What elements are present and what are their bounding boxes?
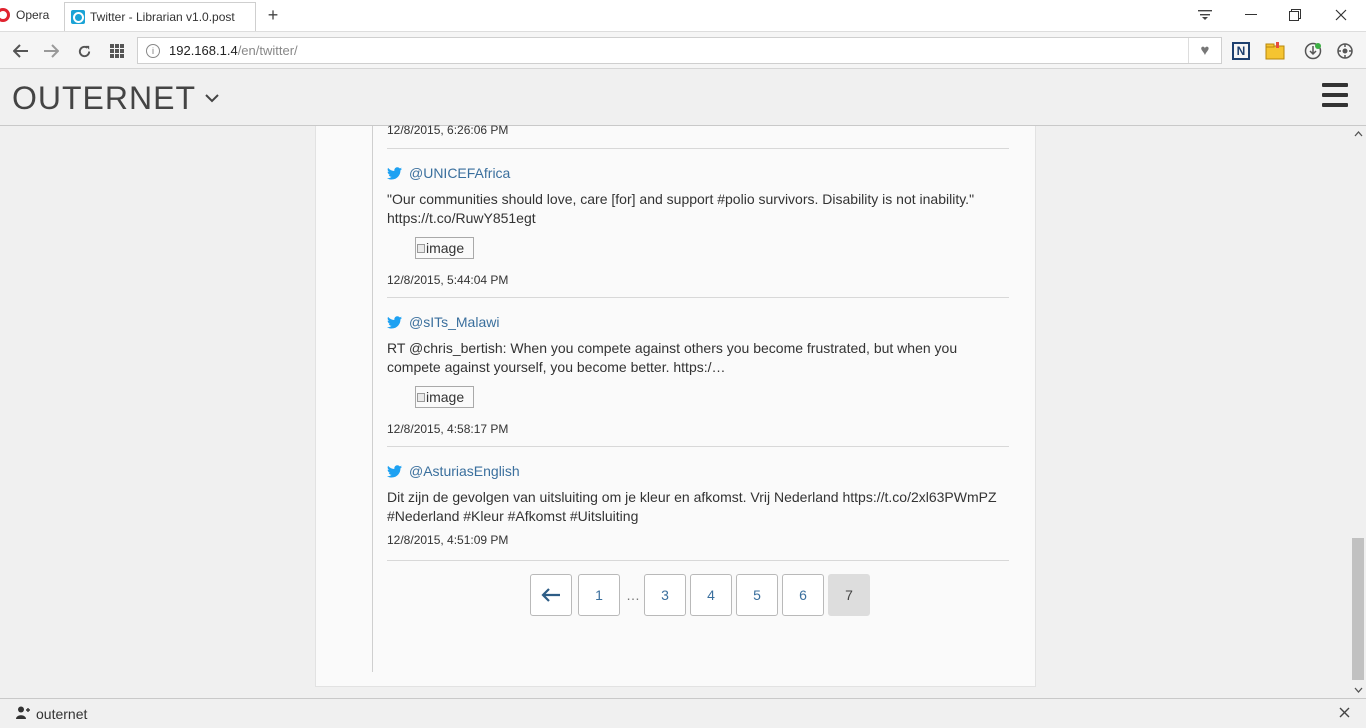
tweet-item: @sITs_Malawi RT @chris_bertish: When you… [387,314,1009,436]
restore-icon[interactable] [1272,0,1318,30]
page-button-current: 7 [828,574,870,616]
brand-menu[interactable]: OUTERNET [12,80,220,117]
settings-gear-icon[interactable] [1334,40,1356,62]
tweet-handle-text: @AsturiasEnglish [409,463,520,479]
divider [387,148,1009,149]
tweet-text: "Our communities should love, care [for]… [387,191,975,226]
pagination-ellipsis: … [626,587,640,603]
downloads-icon[interactable] [1302,40,1324,62]
bookmark-heart-icon[interactable]: ♥ [1188,38,1221,63]
divider [387,446,1009,447]
page-button-5[interactable]: 5 [736,574,778,616]
tweet-timestamp: 12/8/2015, 4:51:09 PM [387,533,509,547]
page-button-3[interactable]: 3 [644,574,686,616]
address-toolbar: i 192.168.1.4/en/twitter/ ♥ N [0,31,1366,69]
new-tab-button[interactable]: + [262,4,284,26]
divider [387,560,1009,561]
tweet-handle-text: @sITs_Malawi [409,314,500,330]
tweet-image[interactable]: image [415,237,474,259]
tweet-text: RT @chris_bertish: When you compete agai… [387,340,958,375]
page-button-1[interactable]: 1 [578,574,620,616]
tweet-item: @AsturiasEnglish Dit zijn de gevolgen va… [387,463,1009,547]
opera-menu-button[interactable]: Opera [0,0,62,30]
page-button-4[interactable]: 4 [690,574,732,616]
arrow-left-icon [541,588,560,602]
opera-menu-label: Opera [16,8,50,22]
app-statusbar: outernet [0,698,1366,728]
page-button-6[interactable]: 6 [782,574,824,616]
statusbar-user[interactable]: outernet [36,706,87,722]
tweet-image-alt: image [426,240,465,256]
tweet-handle[interactable]: @AsturiasEnglish [387,463,1009,479]
twitter-bird-icon [387,166,402,179]
brand-name: OUTERNET [12,80,196,116]
twitter-bird-icon [387,315,402,328]
divider [387,297,1009,298]
hamburger-menu-icon[interactable] [1322,83,1348,107]
back-arrow-icon[interactable] [10,40,32,62]
site-info-icon[interactable]: i [146,43,160,58]
tweet-image-alt: image [426,389,465,405]
minimize-icon[interactable] [1228,0,1274,30]
url-input[interactable]: i 192.168.1.4/en/twitter/ ♥ [137,37,1222,64]
twitter-content-panel: 12/8/2015, 6:26:06 PM @UNICEFAfrica "Our… [315,123,1036,687]
forward-arrow-icon[interactable] [40,40,62,62]
scrollbar-thumb[interactable] [1352,538,1364,680]
tweet-timestamp: 12/8/2015, 5:44:04 PM [387,273,509,287]
pagination: 1 … 3 4 5 6 7 [530,574,874,616]
tab-menu-icon[interactable] [1182,0,1228,30]
tweet-handle-text: @UNICEFAfrica [409,165,511,181]
tweet-handle[interactable]: @UNICEFAfrica [387,165,1009,181]
chevron-down-icon [204,90,220,108]
browser-tab-active[interactable]: Twitter - Librarian v1.0.post [64,2,256,31]
tweet-timestamp: 12/8/2015, 6:26:06 PM [387,123,509,137]
site-header: OUTERNET [0,70,1366,126]
user-icon [16,706,30,722]
tab-title: Twitter - Librarian v1.0.post [90,10,235,24]
tweet-handle[interactable]: @sITs_Malawi [387,314,1009,330]
opera-logo-icon [0,8,10,22]
tweet-timestamp: 12/8/2015, 4:58:17 PM [387,422,509,436]
scroll-up-icon[interactable] [1350,126,1366,142]
speed-dial-grid-icon[interactable] [106,40,128,62]
outernet-favicon-icon [71,10,85,24]
scroll-down-icon[interactable] [1350,682,1366,698]
url-path: /en/twitter/ [237,43,298,58]
timeline-line [372,126,373,672]
twitter-bird-icon [387,464,402,477]
reload-icon[interactable] [73,40,95,62]
tweet-image[interactable]: image [415,386,474,408]
broken-image-icon [417,243,425,253]
close-icon[interactable] [1339,705,1350,721]
extension-folder-icon[interactable] [1264,40,1286,62]
browser-tabbar: Opera Twitter - Librarian v1.0.post + [0,0,1366,31]
url-host: 192.168.1.4 [169,43,238,58]
extension-n-icon[interactable]: N [1232,42,1250,60]
tweet-text: Dit zijn de gevolgen van uitsluiting om … [387,489,997,524]
prev-page-button[interactable] [530,574,572,616]
broken-image-icon [417,392,425,402]
page-scrollbar[interactable] [1350,126,1366,698]
close-window-icon[interactable] [1318,0,1364,30]
tweet-item: @UNICEFAfrica "Our communities should lo… [387,165,1009,287]
